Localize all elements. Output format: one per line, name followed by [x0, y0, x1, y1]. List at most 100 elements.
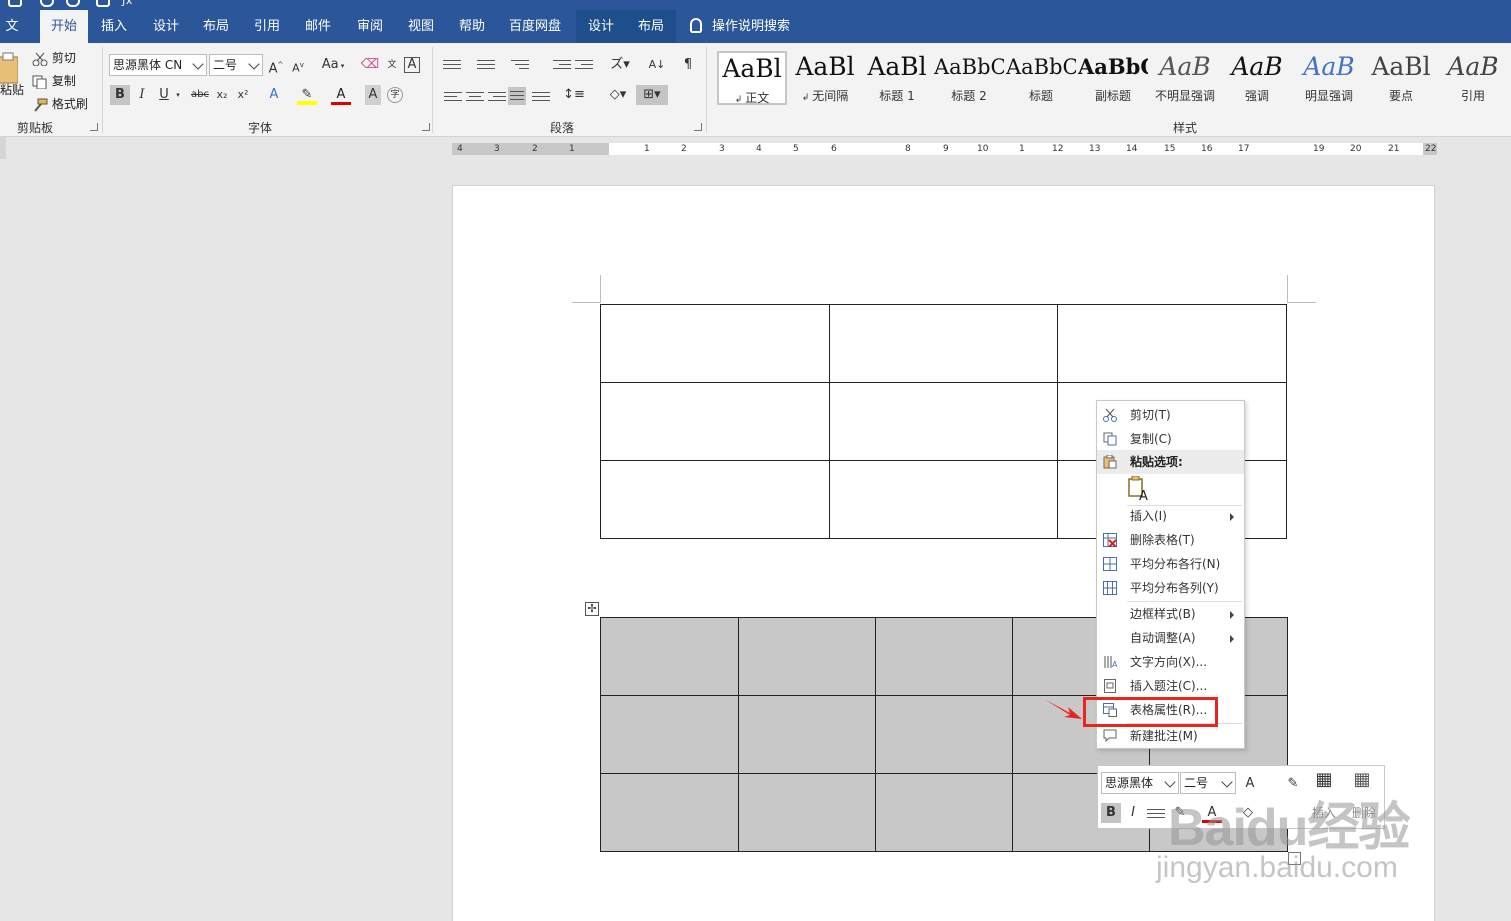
style-item[interactable]: AaBl ↲ 无间隔: [790, 51, 860, 105]
shrink-font-icon[interactable]: Av: [288, 55, 308, 75]
increase-indent-icon[interactable]: [575, 57, 593, 71]
grow-font-icon[interactable]: A^: [266, 55, 286, 76]
undo-icon[interactable]: [40, 0, 54, 7]
clipboard-launcher-icon[interactable]: [90, 123, 98, 131]
sort-icon[interactable]: A↓: [647, 55, 667, 75]
font-color-icon[interactable]: A: [331, 85, 351, 105]
table-cell[interactable]: [738, 617, 876, 696]
menu-item-autofit[interactable]: 自动调整(A): [1097, 626, 1244, 650]
tab-review[interactable]: 审阅: [346, 10, 394, 43]
character-border-icon[interactable]: A: [404, 57, 420, 73]
style-item[interactable]: AaB 不明显强调: [1150, 51, 1220, 105]
show-marks-icon[interactable]: ¶: [678, 55, 698, 75]
tab-baidu-netdisk[interactable]: 百度网盘: [500, 10, 570, 43]
font-name-dropdown[interactable]: 思源黑体 CN: [109, 54, 207, 76]
subscript-button[interactable]: x₂: [212, 85, 232, 105]
style-item[interactable]: AaBbC 标题 2: [934, 51, 1004, 105]
table-cell[interactable]: [738, 773, 876, 852]
menu-item-copy[interactable]: 复制(C): [1097, 427, 1244, 451]
copy-button[interactable]: 复制: [32, 72, 76, 89]
table-cell[interactable]: [875, 773, 1013, 852]
table-cell[interactable]: [600, 304, 830, 383]
chinese-layout-icon[interactable]: ズ▾: [606, 55, 634, 75]
text-effects-icon[interactable]: A: [264, 85, 284, 105]
style-item[interactable]: AaB 引用: [1438, 51, 1508, 105]
menu-item-delete-table[interactable]: 删除表格(T): [1097, 528, 1244, 552]
tab-home[interactable]: 开始: [40, 10, 88, 43]
table-cell[interactable]: [738, 695, 876, 774]
customize-icon[interactable]: ƒx: [122, 0, 136, 7]
tab-layout[interactable]: 布局: [192, 10, 240, 43]
tab-mailings[interactable]: 邮件: [294, 10, 342, 43]
cut-button[interactable]: 剪切: [32, 49, 76, 66]
table-cell[interactable]: [828, 304, 1059, 383]
tab-help[interactable]: 帮助: [448, 10, 496, 43]
italic-button[interactable]: I: [132, 85, 152, 105]
align-right-icon[interactable]: [488, 89, 506, 103]
tell-me-search[interactable]: 操作说明搜索: [690, 10, 790, 43]
mini-italic-button[interactable]: I: [1123, 803, 1143, 823]
justify-icon[interactable]: [508, 87, 526, 105]
style-item[interactable]: AaBl ↲ 正文: [717, 51, 787, 105]
underline-button[interactable]: U: [154, 85, 174, 105]
print-preview-icon[interactable]: [96, 0, 110, 7]
horizontal-ruler[interactable]: 4 3 2 1 1 2 3 4 5 6 8 9 10 1 12 13 14 15…: [452, 143, 1437, 155]
tab-table-design[interactable]: 设计: [576, 10, 626, 43]
decrease-indent-icon[interactable]: [553, 57, 571, 71]
style-item[interactable]: AaB 强调: [1222, 51, 1292, 105]
tab-table-layout[interactable]: 布局: [626, 10, 676, 43]
table-cell[interactable]: [600, 382, 830, 461]
redo-icon[interactable]: [66, 0, 80, 7]
menu-item-distribute-rows[interactable]: 平均分布各行(N): [1097, 552, 1244, 576]
menu-item-text-direction[interactable]: A 文字方向(X)...: [1097, 650, 1244, 674]
highlight-color-icon[interactable]: ✎: [297, 85, 317, 105]
align-left-icon[interactable]: [444, 89, 462, 103]
table-cell[interactable]: [600, 695, 739, 774]
change-case-button[interactable]: Aa ▾: [318, 55, 348, 75]
table-cell[interactable]: [875, 617, 1013, 696]
tab-view[interactable]: 视图: [397, 10, 445, 43]
paste-button[interactable]: 粘贴: [0, 49, 24, 109]
table-cell[interactable]: [600, 773, 739, 852]
format-painter-button[interactable]: 格式刷: [32, 95, 88, 112]
clear-formatting-icon[interactable]: ⌫: [360, 55, 380, 75]
bullets-icon[interactable]: [443, 57, 461, 71]
character-shading-icon[interactable]: A: [365, 85, 381, 105]
table-cell[interactable]: [600, 617, 739, 696]
line-spacing-icon[interactable]: ↕≡: [562, 85, 586, 105]
paste-keep-text-only-icon[interactable]: A: [1127, 475, 1151, 504]
menu-item-new-comment[interactable]: 新建批注(M): [1097, 724, 1244, 748]
strikethrough-button[interactable]: abc: [188, 85, 212, 105]
style-item[interactable]: AaBl 要点: [1366, 51, 1436, 105]
style-item[interactable]: AaBbC 副标题: [1078, 51, 1148, 105]
style-item[interactable]: AaBl 标题 1: [862, 51, 932, 105]
table-cell[interactable]: [828, 460, 1059, 539]
menu-item-border-styles[interactable]: 边框样式(B): [1097, 602, 1244, 626]
font-size-dropdown[interactable]: 二号: [209, 54, 263, 76]
menu-item-insert[interactable]: 插入(I): [1097, 504, 1244, 528]
superscript-button[interactable]: x²: [233, 85, 253, 105]
borders-icon[interactable]: ⊞▾: [636, 85, 668, 105]
numbering-icon[interactable]: [477, 57, 495, 71]
paragraph-launcher-icon[interactable]: [694, 123, 702, 131]
enclose-characters-icon[interactable]: 字: [387, 87, 403, 103]
multilevel-list-icon[interactable]: [511, 57, 529, 71]
table-cell[interactable]: [600, 460, 830, 539]
phonetic-guide-icon[interactable]: 文: [382, 55, 402, 75]
mini-bold-button[interactable]: B: [1101, 803, 1121, 823]
tab-design[interactable]: 设计: [142, 10, 190, 43]
shading-icon[interactable]: ◇▾: [604, 85, 632, 105]
style-item[interactable]: AaBbC 标题: [1006, 51, 1076, 105]
align-center-icon[interactable]: [466, 89, 484, 103]
table-move-handle-icon[interactable]: ✢: [585, 602, 599, 616]
font-launcher-icon[interactable]: [422, 123, 430, 131]
menu-item-cut[interactable]: 剪切(T): [1097, 403, 1244, 427]
underline-dropdown-icon[interactable]: ▾: [174, 85, 182, 105]
menu-item-distribute-columns[interactable]: 平均分布各列(Y): [1097, 576, 1244, 600]
save-icon[interactable]: [8, 0, 22, 7]
tab-file[interactable]: 文件: [0, 10, 24, 67]
bold-button[interactable]: B: [110, 85, 130, 105]
style-item[interactable]: AaB 明显强调: [1294, 51, 1364, 105]
tab-insert[interactable]: 插入: [90, 10, 138, 43]
distributed-icon[interactable]: [532, 89, 550, 103]
